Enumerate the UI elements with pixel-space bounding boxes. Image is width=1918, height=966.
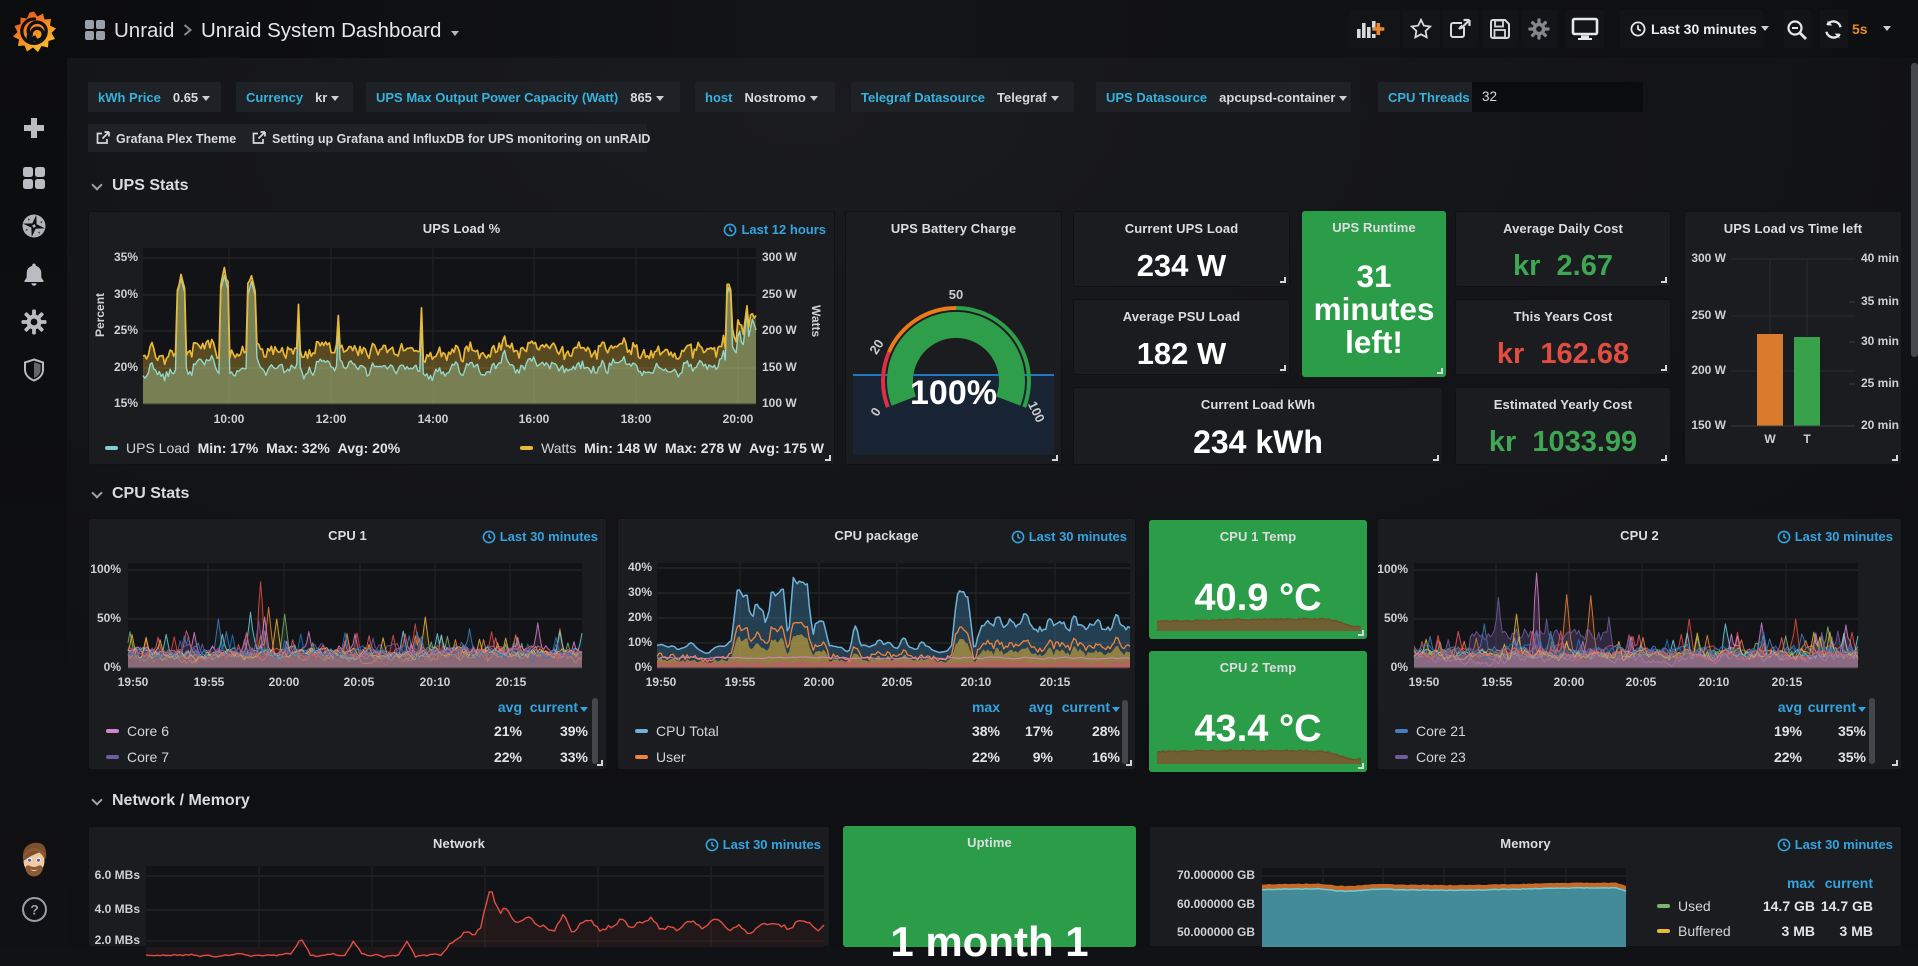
svg-text:?: ?: [30, 902, 39, 918]
svg-text:50: 50: [949, 287, 963, 302]
svg-text:20: 20: [866, 337, 886, 357]
